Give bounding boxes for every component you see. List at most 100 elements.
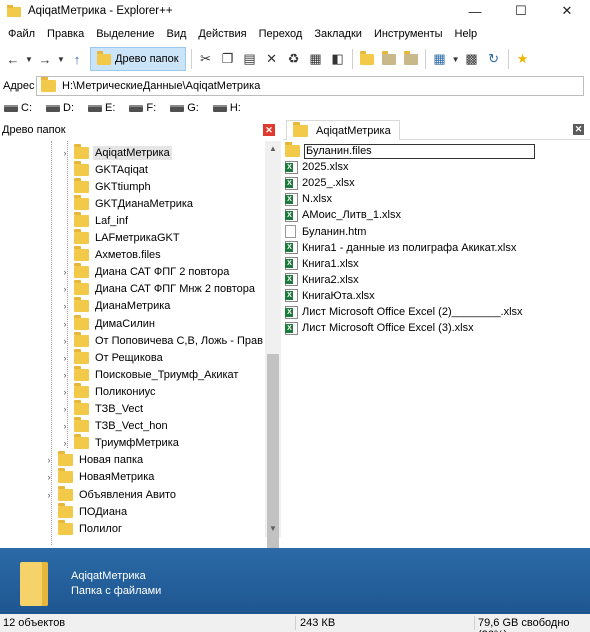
file-item[interactable]: 2025.xlsx (285, 159, 348, 175)
properties-icon[interactable]: ▦ (305, 48, 327, 70)
menu-tools[interactable]: Инструменты (368, 28, 449, 40)
tree-item[interactable]: GKTtiumph (60, 177, 153, 195)
copy-to-folder-icon[interactable]: ◧ (327, 48, 349, 70)
expand-chevron-icon[interactable]: › (44, 472, 54, 482)
tree-item[interactable]: › ТЗВ_Vect_hon (60, 417, 170, 435)
file-item[interactable]: Буланин.files (285, 142, 535, 159)
drive-h-button[interactable]: H: (212, 102, 241, 114)
copy-to-icon[interactable] (378, 48, 400, 70)
tree-item[interactable]: › Новая папка (44, 451, 145, 469)
up-arrow-icon[interactable]: ↑ (66, 48, 88, 70)
bookmark-star-icon[interactable]: ★ (512, 48, 534, 70)
tree-item[interactable]: › ДимаСилин (60, 314, 157, 332)
tree-item[interactable]: › Диана САТ ФПГ 2 повтора (60, 263, 231, 281)
tree-item[interactable]: › ДианаМетрика (60, 297, 172, 315)
command-prompt-icon[interactable]: ▩ (461, 48, 483, 70)
scroll-up-icon[interactable]: ▲ (265, 141, 281, 157)
tree-item[interactable]: GKTAqiqat (60, 160, 150, 178)
new-folder-icon[interactable] (356, 48, 378, 70)
back-dropdown-icon[interactable]: ▼ (24, 48, 34, 70)
file-item[interactable]: 2025_.xlsx (285, 175, 355, 191)
close-tree-icon[interactable]: ✕ (263, 124, 275, 136)
tree-item[interactable]: › Объявления Авито (44, 485, 178, 503)
tree-item[interactable]: › ТриумфМетрика (60, 434, 181, 452)
copy-icon[interactable]: ❐ (217, 48, 239, 70)
tree-item[interactable]: › AqiqatМетрика (60, 143, 172, 161)
scroll-down-icon[interactable]: ▼ (265, 521, 281, 537)
menu-bookmarks[interactable]: Закладки (308, 28, 368, 40)
move-to-icon[interactable] (400, 48, 422, 70)
tree-item[interactable]: ПОДиана (44, 502, 129, 520)
tree-item[interactable]: GKTДианаМетрика (60, 194, 195, 212)
expand-chevron-icon[interactable]: › (60, 438, 70, 448)
menu-actions[interactable]: Действия (192, 28, 252, 40)
expand-chevron-icon[interactable]: › (60, 370, 70, 380)
expand-chevron-icon[interactable]: › (60, 404, 70, 414)
tree-item[interactable]: › Поликониус (60, 382, 158, 400)
menu-file[interactable]: Файл (2, 28, 41, 40)
menu-edit[interactable]: Правка (41, 28, 90, 40)
file-item[interactable]: КнигаЮта.xlsx (285, 288, 375, 304)
expand-chevron-icon[interactable]: › (60, 284, 70, 294)
file-item[interactable]: Лист Microsoft Office Excel (3).xlsx (285, 320, 474, 336)
refresh-icon[interactable]: ↻ (483, 48, 505, 70)
file-item[interactable]: Буланин.htm (285, 224, 366, 240)
file-item[interactable]: АМоис_Литв_1.xlsx (285, 207, 401, 223)
drive-g-button[interactable]: G: (170, 102, 199, 114)
drive-d-button[interactable]: D: (46, 102, 74, 114)
expand-chevron-icon[interactable]: › (60, 353, 70, 363)
back-arrow-icon[interactable]: ← (2, 48, 24, 70)
tree-item[interactable]: Полилог (44, 519, 124, 537)
tab-aqiqat[interactable]: AqiqatМетрика (286, 120, 400, 140)
tree-item[interactable]: › Диана САТ ФПГ Мнж 2 повтора (60, 280, 257, 298)
file-item[interactable]: Книга2.xlsx (285, 272, 359, 288)
tree-item[interactable]: Laf_inf (60, 211, 130, 229)
expand-chevron-icon[interactable]: › (60, 387, 70, 397)
drive-c-button[interactable]: C: (4, 102, 32, 114)
file-item[interactable]: Книга1 - данные из полиграфа Акикат.xlsx (285, 240, 516, 256)
file-item[interactable]: N.xlsx (285, 191, 332, 207)
file-item[interactable]: Книга1.xlsx (285, 256, 359, 272)
drive-f-button[interactable]: F: (129, 102, 156, 114)
expand-chevron-icon[interactable]: › (44, 490, 54, 500)
paste-icon[interactable]: ▤ (239, 48, 261, 70)
rename-input[interactable]: Буланин.files (304, 143, 535, 159)
tree-item[interactable]: › Поисковые_Триумф_Акикат (60, 365, 240, 383)
minimize-button[interactable]: — (452, 0, 498, 22)
tree-item[interactable]: Ахметов.files (60, 246, 163, 264)
tree-item[interactable]: › НоваяМетрика (44, 468, 156, 486)
drive-e-button[interactable]: E: (88, 102, 115, 114)
tree-item[interactable]: › От Рещикова (60, 348, 165, 366)
close-tab-icon[interactable]: ✕ (573, 124, 584, 135)
expand-chevron-icon[interactable]: › (60, 267, 70, 277)
tab-bar: AqiqatМетрика ✕ (283, 118, 590, 140)
file-name: 2025.xlsx (302, 161, 349, 174)
tree-item-label: Диана САТ ФПГ Мнж 2 повтора (95, 283, 255, 296)
cut-icon[interactable]: ✂ (195, 48, 217, 70)
menu-go[interactable]: Переход (253, 28, 309, 40)
file-item[interactable]: Лист Microsoft Office Excel (2)________.… (285, 304, 523, 320)
expand-chevron-icon[interactable]: › (60, 301, 70, 311)
forward-arrow-icon[interactable]: → (34, 48, 56, 70)
expand-chevron-icon[interactable]: › (44, 455, 54, 465)
menu-selection[interactable]: Выделение (90, 28, 160, 40)
maximize-button[interactable]: ☐ (498, 0, 544, 22)
views-icon[interactable]: ▦ (429, 48, 451, 70)
menu-help[interactable]: Help (449, 28, 484, 40)
expand-chevron-icon[interactable]: › (60, 319, 70, 329)
expand-chevron-icon[interactable]: › (60, 148, 70, 158)
menu-view[interactable]: Вид (161, 28, 193, 40)
tree-item[interactable]: › От Поповичева С,В, Ложь - Прав (60, 331, 265, 349)
views-dropdown-icon[interactable]: ▼ (451, 48, 461, 70)
tree-item[interactable]: › ТЗВ_Vect (60, 400, 145, 418)
expand-chevron-icon[interactable]: › (60, 336, 70, 346)
address-input[interactable]: H:\МетрическиеДанные\AqiqatМетрика (36, 76, 584, 96)
close-window-button[interactable]: ✕ (544, 0, 590, 22)
tree-scrollbar[interactable]: ▲ ▼ (265, 141, 281, 554)
delete-icon[interactable]: ✕ (261, 48, 283, 70)
delete-permanently-icon[interactable]: ♻ (283, 48, 305, 70)
expand-chevron-icon[interactable]: › (60, 421, 70, 431)
tree-item[interactable]: LAFметрикаGKT (60, 229, 182, 247)
folders-toggle-button[interactable]: Древо папок (90, 47, 186, 71)
forward-dropdown-icon[interactable]: ▼ (56, 48, 66, 70)
